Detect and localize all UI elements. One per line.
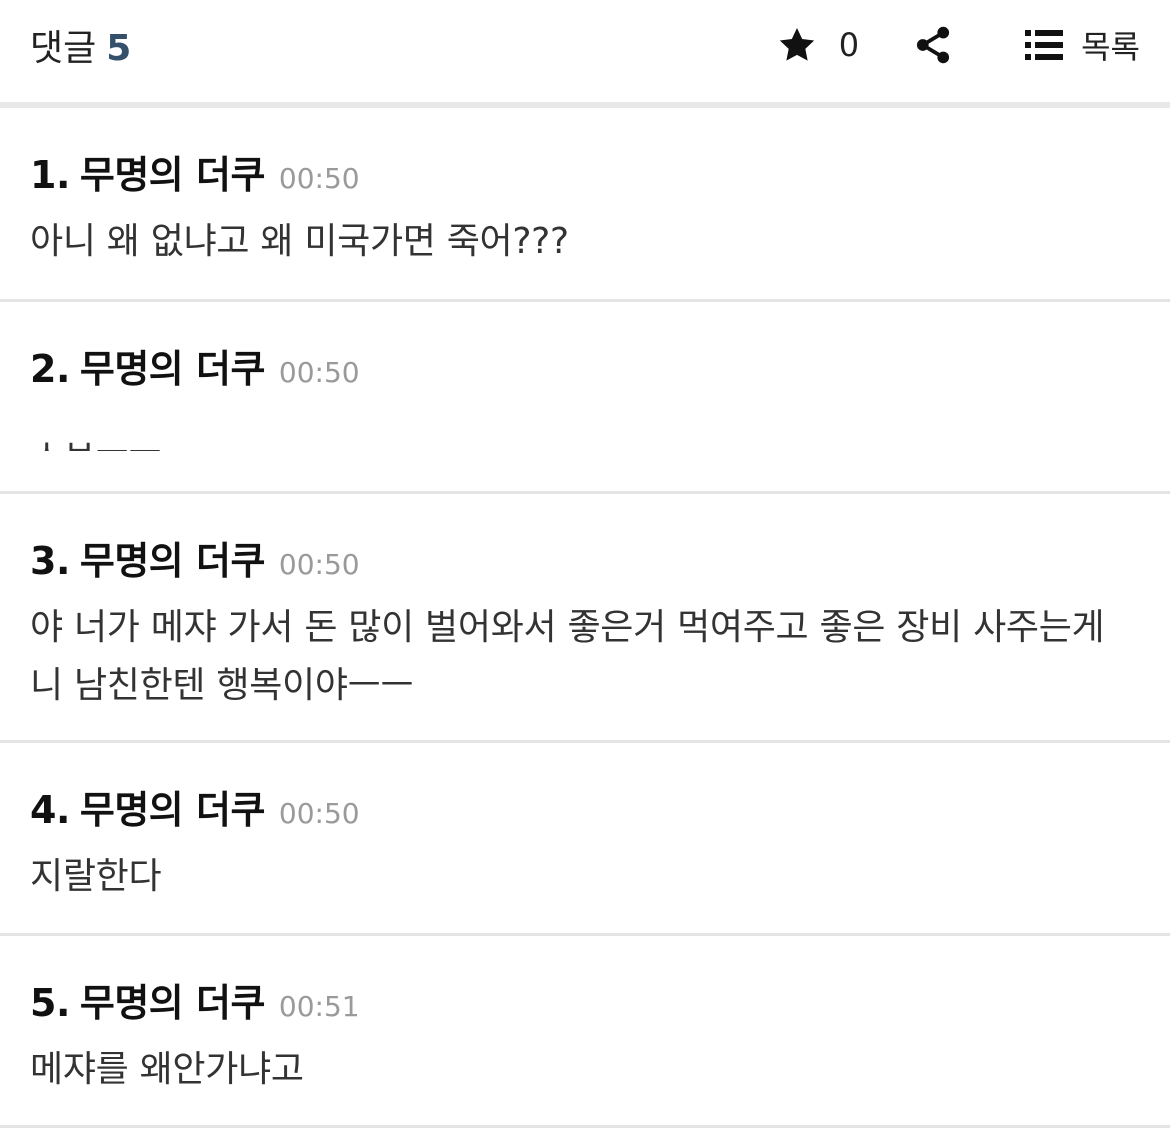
star-button[interactable]: 0 — [777, 25, 859, 65]
comment-item: 5. 무명의 더쿠 00:51 메쟈를 왜안가냐고 — [0, 936, 1170, 1128]
list-icon — [1025, 29, 1064, 61]
share-button[interactable] — [915, 26, 951, 64]
list-button[interactable]: 목록 — [1025, 22, 1140, 68]
comment-author: 무명의 더쿠 — [79, 981, 266, 1025]
comments-header: 댓글 5 0 목록 — [0, 0, 1170, 108]
star-icon — [777, 25, 817, 65]
comment-author: 무명의 더쿠 — [79, 153, 266, 197]
comment-item: 4. 무명의 더쿠 00:50 지랄한다 — [0, 743, 1170, 936]
comment-time: 00:50 — [278, 162, 360, 195]
comments-title: 댓글 5 — [30, 19, 131, 71]
comment-author: 무명의 더쿠 — [79, 539, 266, 583]
comment-time: 00:50 — [278, 797, 360, 830]
comment-header: 3. 무명의 더쿠 00:50 — [30, 494, 1140, 585]
comment-time: 00:50 — [278, 548, 360, 581]
comment-item: 1. 무명의 더쿠 00:50 아니 왜 없냐고 왜 미국가면 죽어??? — [0, 108, 1170, 302]
comment-text: 아니 왜 없냐고 왜 미국가면 죽어??? — [30, 221, 569, 262]
comments-title-label: 댓글 — [30, 28, 97, 69]
comment-time: 00:51 — [278, 990, 360, 1023]
comment-header: 4. 무명의 더쿠 00:50 — [30, 743, 1140, 834]
comment-text: 지랄한다 — [30, 856, 162, 897]
comment-header: 2. 무명의 더쿠 00:50 — [30, 302, 1140, 393]
comment-number: 2. — [30, 347, 70, 391]
comment-text-clipped: ㅅㅂㅡㅡ — [30, 436, 162, 452]
comment-text: 메쟈를 왜안가냐고 — [30, 1049, 304, 1090]
comment-author: 무명의 더쿠 — [79, 347, 266, 391]
star-count: 0 — [838, 26, 860, 64]
comment-text: ㅅㅂㅡㅡ — [30, 413, 1140, 452]
header-actions: 0 목록 — [777, 22, 1140, 68]
list-label: 목록 — [1081, 28, 1140, 66]
comment-number: 4. — [30, 788, 70, 832]
comments-count: 5 — [106, 28, 132, 69]
comment-number: 3. — [30, 539, 70, 583]
share-icon — [915, 26, 951, 64]
comment-header: 1. 무명의 더쿠 00:50 — [30, 108, 1140, 199]
comment-item: 2. 무명의 더쿠 00:50 ㅅㅂㅡㅡ — [0, 302, 1170, 494]
comment-number: 5. — [30, 981, 70, 1025]
comment-text: 야 너가 메쟈 가서 돈 많이 벌어와서 좋은거 먹여주고 좋은 장비 사주는게… — [30, 607, 1105, 706]
comment-time: 00:50 — [278, 356, 360, 389]
comment-number: 1. — [30, 153, 70, 197]
comment-author: 무명의 더쿠 — [79, 788, 266, 832]
comment-item: 3. 무명의 더쿠 00:50 야 너가 메쟈 가서 돈 많이 벌어와서 좋은거… — [0, 494, 1170, 743]
comment-header: 5. 무명의 더쿠 00:51 — [30, 936, 1140, 1027]
